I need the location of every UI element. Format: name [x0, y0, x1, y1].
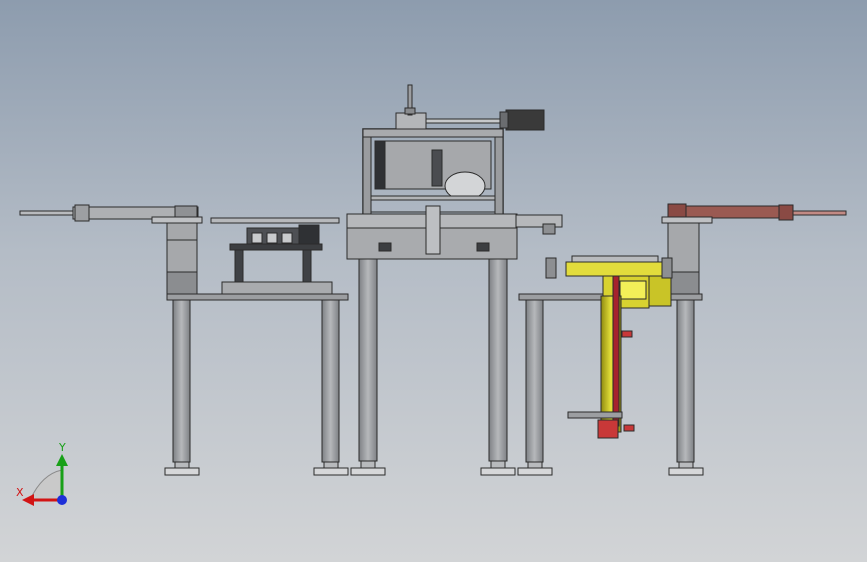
left-table-leg [172, 299, 191, 463]
right-station [517, 203, 847, 476]
left-station [19, 204, 349, 476]
left-fixture-post [302, 249, 312, 283]
left-table-foot [164, 467, 200, 476]
left-table-foot [313, 467, 349, 476]
left-table-foot [174, 461, 190, 469]
left-table-leg [321, 299, 340, 463]
right-table-leg [676, 299, 695, 463]
left-fixture-post [234, 249, 244, 283]
servo-motor [505, 109, 545, 131]
triad-origin [57, 495, 67, 505]
left-table-foot [323, 461, 339, 469]
y-axis-label: Y [59, 441, 66, 454]
left-column-base [166, 271, 198, 295]
brown-slide-plate [667, 205, 794, 219]
left-cylinder-rod [19, 210, 76, 216]
center-leg [358, 258, 378, 462]
right-cylinder-rod [792, 210, 847, 216]
center-leg [488, 258, 508, 462]
right-table-leg [525, 299, 544, 463]
axis-triad [22, 454, 68, 506]
left-plate [210, 217, 340, 224]
triad-base-shape [29, 469, 63, 501]
lift-foot-plate [567, 411, 623, 419]
machine-assembly-drawing [19, 84, 847, 506]
feed-plate [571, 255, 659, 263]
center-clamp [425, 205, 441, 255]
left-table-top [166, 293, 349, 301]
cad-viewport[interactable]: Y X [0, 0, 867, 562]
x-axis-label: X [16, 486, 24, 499]
